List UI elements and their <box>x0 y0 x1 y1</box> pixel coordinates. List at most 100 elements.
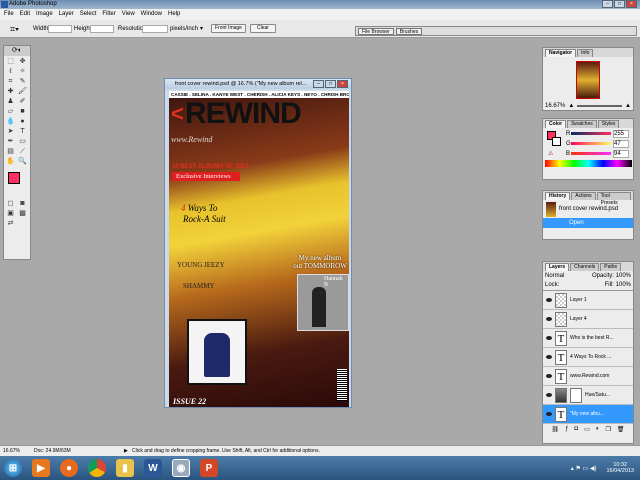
bg-color-swatch[interactable] <box>552 137 561 146</box>
brush-tool-icon[interactable]: 🖌 <box>17 87 28 96</box>
layer-style-icon[interactable]: ƒ <box>565 426 568 433</box>
shape-tool-icon[interactable]: ▭ <box>17 137 28 146</box>
clear-button[interactable]: Clear <box>250 24 276 33</box>
adjustment-layer-icon[interactable]: ◐ <box>596 426 600 433</box>
eye-icon[interactable] <box>546 336 552 340</box>
hand-tool-icon[interactable]: ✋ <box>5 157 16 166</box>
tab-info[interactable]: Info <box>577 49 594 57</box>
b-slider[interactable] <box>571 152 611 155</box>
screen-mode-icon[interactable]: ▣ <box>5 209 16 218</box>
navigator-thumbnail[interactable] <box>576 61 600 99</box>
units-dropdown-icon[interactable]: ▾ <box>200 25 203 32</box>
media-player-icon[interactable]: ▶ <box>32 459 50 477</box>
tab-swatches[interactable]: Swatches <box>567 120 597 128</box>
zoom-slider[interactable] <box>577 105 623 107</box>
tab-channels[interactable]: Channels <box>570 263 600 271</box>
tab-tool-presets[interactable]: Tool Presets <box>596 192 631 206</box>
tab-actions[interactable]: Actions <box>571 192 596 200</box>
g-slider[interactable] <box>571 142 611 145</box>
eye-icon[interactable] <box>546 355 552 359</box>
word-icon[interactable]: W <box>144 459 162 477</box>
dodge-tool-icon[interactable]: ● <box>17 117 28 126</box>
history-item-open[interactable]: Open <box>543 218 633 228</box>
layer-row[interactable]: Layer 4 <box>543 310 633 329</box>
eraser-tool-icon[interactable]: ▱ <box>5 107 16 116</box>
photoshop-taskbar-icon[interactable]: ◉ <box>172 459 190 477</box>
doc-maximize-button[interactable]: □ <box>325 80 336 88</box>
layer-row[interactable]: Twww.Rewind.com <box>543 367 633 386</box>
tab-color[interactable]: Color <box>545 120 567 128</box>
pen-tool-icon[interactable]: ✒ <box>5 137 16 146</box>
tab-paths[interactable]: Paths <box>600 263 622 271</box>
clock[interactable]: 10:32 16/04/2013 <box>606 462 640 474</box>
eye-icon[interactable] <box>546 393 552 397</box>
doc-minimize-button[interactable]: – <box>313 80 324 88</box>
menu-select[interactable]: Select <box>80 9 97 20</box>
fill-input[interactable]: 100% <box>616 282 631 288</box>
tab-navigator[interactable]: Navigator <box>545 49 577 57</box>
menu-window[interactable]: Window <box>141 9 162 20</box>
menu-file[interactable]: File <box>4 9 14 20</box>
menu-edit[interactable]: Edit <box>20 9 30 20</box>
foreground-color-swatch[interactable] <box>8 172 20 184</box>
menu-layer[interactable]: Layer <box>59 9 74 20</box>
fullscreen-mode-icon[interactable]: ▩ <box>17 209 28 218</box>
resolution-input[interactable] <box>142 25 168 33</box>
image-canvas[interactable]: CASSIE . SELINA . KANYE WEST . CHERISH .… <box>169 91 349 407</box>
r-slider[interactable] <box>571 132 611 135</box>
eye-icon[interactable] <box>546 317 552 321</box>
zoom-tool-icon[interactable]: 🔍 <box>17 157 28 166</box>
width-input[interactable] <box>48 25 72 33</box>
tray-icons[interactable]: ▴ ⚑ ▭ ◀) <box>571 465 597 472</box>
maximize-button[interactable]: □ <box>614 0 625 8</box>
minimize-button[interactable]: – <box>602 0 613 8</box>
tab-file-browser[interactable]: File Browser <box>358 28 394 35</box>
layer-row[interactable]: T Who is the best R... <box>543 329 633 348</box>
slice-tool-icon[interactable]: ✎ <box>17 77 28 86</box>
stamp-tool-icon[interactable]: ♟ <box>5 97 16 106</box>
eye-icon[interactable] <box>546 412 552 416</box>
zoom-out-icon[interactable]: ▲ <box>568 103 574 109</box>
menu-view[interactable]: View <box>122 9 135 20</box>
type-tool-icon[interactable]: T <box>17 127 28 136</box>
opacity-input[interactable]: 100% <box>616 273 631 279</box>
magic-wand-icon[interactable]: ✧ <box>17 67 28 76</box>
navigator-zoom[interactable]: 16.67% <box>545 103 565 109</box>
g-value[interactable]: 47 <box>613 140 629 148</box>
menu-filter[interactable]: Filter <box>102 9 115 20</box>
crop-tool-icon[interactable]: ⌗▾ <box>10 24 19 35</box>
document-title-bar[interactable]: front cover rewind.psd @ 16.7% ("My new … <box>165 79 351 89</box>
healing-tool-icon[interactable]: ✚ <box>5 87 16 96</box>
powerpoint-icon[interactable]: P <box>200 459 218 477</box>
jump-to-imageready-icon[interactable]: ⇄ <box>5 219 16 228</box>
history-brush-icon[interactable]: ✐ <box>17 97 28 106</box>
menu-image[interactable]: Image <box>36 9 53 20</box>
gradient-tool-icon[interactable]: ■ <box>17 107 28 116</box>
explorer-folder-icon[interactable]: ▮ <box>116 459 134 477</box>
eye-icon[interactable] <box>546 298 552 302</box>
new-group-icon[interactable]: ▭ <box>584 426 590 433</box>
tab-history[interactable]: History <box>545 192 571 200</box>
marquee-tool-icon[interactable]: ⬚ <box>5 57 16 66</box>
tab-brushes[interactable]: Brushes <box>395 28 423 35</box>
status-zoom[interactable]: 16.67% <box>3 446 20 456</box>
delete-layer-icon[interactable]: 🗑 <box>617 426 625 433</box>
link-layers-icon[interactable]: ⛓ <box>552 426 560 433</box>
move-tool-icon[interactable]: ✥ <box>17 57 28 66</box>
color-ramp[interactable] <box>545 160 632 167</box>
close-button[interactable]: × <box>626 0 637 8</box>
standard-mode-icon[interactable]: ◻ <box>5 199 16 208</box>
firefox-icon[interactable]: ● <box>60 459 78 477</box>
crop-tool-icon[interactable]: ⌗ <box>5 77 16 86</box>
layer-row-selected[interactable]: T "My new albu... <box>543 405 633 424</box>
units-select[interactable]: pixels/inch <box>170 26 198 32</box>
zoom-in-icon[interactable]: ▲ <box>625 103 631 109</box>
r-value[interactable]: 255 <box>613 130 629 138</box>
notes-tool-icon[interactable]: ▤ <box>5 147 16 156</box>
menu-help[interactable]: Help <box>168 9 180 20</box>
doc-close-button[interactable]: × <box>337 80 348 88</box>
new-layer-icon[interactable]: ❐ <box>605 426 610 433</box>
height-input[interactable] <box>90 25 114 33</box>
layer-row[interactable]: Hue/Satu... <box>543 386 633 405</box>
eye-icon[interactable] <box>546 374 552 378</box>
